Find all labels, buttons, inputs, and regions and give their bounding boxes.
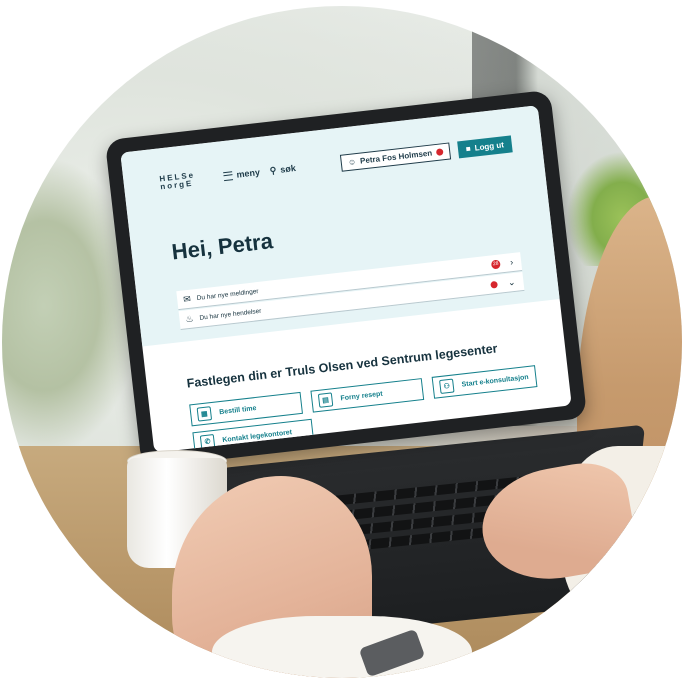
action-label: Bestill time xyxy=(218,404,257,416)
chevron-down-icon: ⌄ xyxy=(507,276,516,288)
photo-frame: HELSe norgE meny ⚲ søk ☺ Petra Fos Holms… xyxy=(2,6,682,678)
lock-icon: ■ xyxy=(465,143,472,154)
alert-dot xyxy=(435,147,444,156)
user-icon: ☺ xyxy=(347,156,357,167)
user-name: Petra Fos Holmsen xyxy=(359,147,433,166)
logout-label: Logg ut xyxy=(474,139,505,153)
helsenorge-logo[interactable]: HELSe norgE xyxy=(159,169,214,191)
hamburger-icon xyxy=(223,170,234,181)
logout-button[interactable]: ■ Logg ut xyxy=(456,134,513,158)
alert-dot xyxy=(490,280,499,289)
menu-label: meny xyxy=(235,167,261,180)
laptop-screen: HELSe norgE meny ⚲ søk ☺ Petra Fos Holms… xyxy=(120,105,572,453)
menu-button[interactable]: meny xyxy=(223,167,260,181)
renew-prescription-button[interactable]: ▤ Forny resept xyxy=(310,378,425,413)
chat-icon: ✆ xyxy=(199,433,216,450)
notification-label: Du har nye hendelser xyxy=(199,307,262,322)
envelope-icon: ✉ xyxy=(182,293,192,305)
action-label: Forny resept xyxy=(340,390,384,402)
doctor-icon: ⚇ xyxy=(439,378,455,395)
start-e-consultation-button[interactable]: ⚇ Start e-konsultasjon xyxy=(431,365,538,399)
laptop: HELSe norgE meny ⚲ søk ☺ Petra Fos Holms… xyxy=(104,89,588,469)
action-label: Start e-konsultasjon xyxy=(461,373,529,389)
chevron-right-icon: › xyxy=(509,257,514,268)
calendar-icon: ▦ xyxy=(196,406,213,422)
bell-icon: ♨ xyxy=(184,313,195,324)
action-label: Kontakt legekontoret xyxy=(222,428,293,444)
search-label: søk xyxy=(279,163,297,175)
search-icon: ⚲ xyxy=(269,164,277,176)
search-button[interactable]: ⚲ søk xyxy=(269,163,296,177)
notification-label: Du har nye meldinger xyxy=(196,287,259,302)
message-count-badge: 28 xyxy=(490,258,501,269)
prescription-icon: ▤ xyxy=(317,392,334,408)
left-sleeve xyxy=(212,616,472,678)
